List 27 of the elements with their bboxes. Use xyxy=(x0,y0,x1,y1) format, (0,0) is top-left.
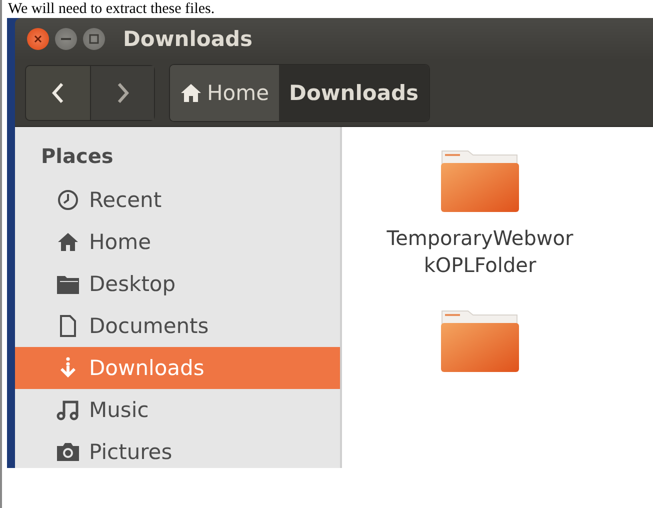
sidebar-item[interactable]: Pictures xyxy=(15,431,340,468)
home-icon xyxy=(180,82,202,104)
camera-icon xyxy=(56,441,80,463)
music-icon xyxy=(56,399,80,421)
clock-icon xyxy=(57,189,79,211)
folder-icon[interactable] xyxy=(440,149,520,213)
folder-icon[interactable] xyxy=(440,308,520,372)
close-button[interactable] xyxy=(27,28,49,50)
sidebar-item[interactable]: Recent xyxy=(15,179,340,221)
maximize-icon xyxy=(89,34,99,44)
maximize-button[interactable] xyxy=(83,28,105,50)
caption-text: We will need to extract these files. xyxy=(8,1,215,17)
minimize-icon xyxy=(61,38,71,40)
sidebar-item[interactable]: Documents xyxy=(15,305,340,347)
folder-icon xyxy=(56,273,80,295)
window-title: Downloads xyxy=(123,27,253,51)
breadcrumb-button[interactable]: Downloads xyxy=(279,65,429,121)
sidebar-heading: Places xyxy=(40,145,114,170)
file-name: TemporaryWebwor kOPLFolder xyxy=(386,225,574,279)
close-icon xyxy=(33,34,43,44)
forward-button[interactable] xyxy=(90,66,154,120)
sidebar-item[interactable]: Desktop xyxy=(15,263,340,305)
sidebar-item[interactable]: Home xyxy=(15,221,340,263)
minimize-button[interactable] xyxy=(55,28,77,50)
document-icon xyxy=(58,315,78,337)
home-icon xyxy=(57,231,79,253)
sidebar-item[interactable]: Music xyxy=(15,389,340,431)
